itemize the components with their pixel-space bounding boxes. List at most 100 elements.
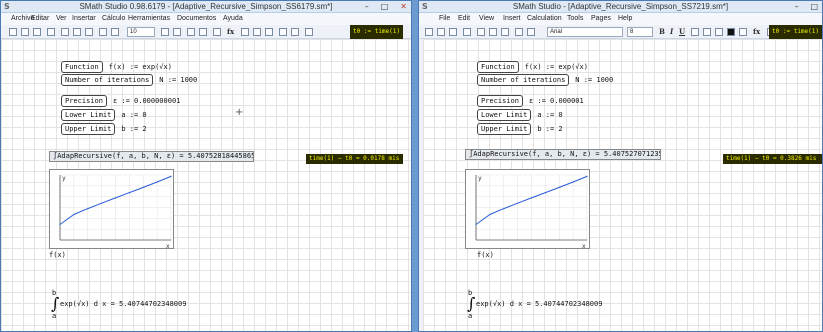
precision-label: Precision bbox=[61, 95, 107, 107]
stop-icon[interactable] bbox=[305, 28, 313, 36]
matrix-icon[interactable] bbox=[265, 28, 273, 36]
adap-recursive-result[interactable]: ∫AdapRecursive(f, a, b, N, ε) = 5.407527… bbox=[465, 149, 661, 160]
align-icon[interactable] bbox=[161, 28, 169, 36]
iterations-expr[interactable]: N := 1000 bbox=[575, 76, 613, 84]
t0-definition[interactable]: t0 := time(1) bbox=[769, 25, 822, 39]
menu-ver[interactable]: Ver bbox=[56, 15, 67, 22]
upper-limit-expr[interactable]: b := 2 bbox=[537, 125, 562, 133]
menu-insertar[interactable]: Insertar bbox=[72, 15, 96, 22]
table-icon[interactable] bbox=[213, 28, 221, 36]
menu-help[interactable]: Help bbox=[618, 15, 632, 22]
minimize-icon[interactable]: – bbox=[365, 2, 369, 11]
plot-region[interactable]: yx bbox=[49, 169, 174, 250]
copy-icon[interactable] bbox=[73, 28, 81, 36]
print-icon[interactable] bbox=[47, 28, 55, 36]
underline-icon[interactable]: U bbox=[679, 27, 685, 36]
save-icon[interactable] bbox=[33, 28, 41, 36]
align-left-icon[interactable] bbox=[691, 28, 699, 36]
cut-icon[interactable] bbox=[477, 28, 485, 36]
integral-expression[interactable]: b ∫ a exp(√x) d x = 5.40744702348009 bbox=[467, 289, 667, 321]
color-icon[interactable] bbox=[727, 28, 735, 36]
new-icon[interactable] bbox=[9, 28, 17, 36]
copy-icon[interactable] bbox=[489, 28, 497, 36]
left-titlebar[interactable]: S SMath Studio 0.98.6179 - [Adaptive_Rec… bbox=[1, 1, 411, 13]
lower-limit-row: Lower Limit a := 0 bbox=[477, 109, 563, 121]
menu-tools[interactable]: Tools bbox=[567, 15, 583, 22]
function-expr[interactable]: f(x) := exp(√x) bbox=[109, 63, 172, 71]
precision-expr[interactable]: ε := 0.000000001 bbox=[113, 97, 180, 105]
data-point bbox=[489, 213, 491, 216]
new-icon[interactable] bbox=[425, 28, 433, 36]
undo-icon[interactable] bbox=[515, 28, 523, 36]
minimize-icon[interactable]: – bbox=[794, 2, 798, 11]
integral-expression[interactable]: b ∫ a exp(√x) d x = 5.40744702348009 bbox=[51, 289, 251, 321]
iterations-expr[interactable]: N := 1000 bbox=[159, 76, 197, 84]
menu-documentos[interactable]: Documentos bbox=[177, 15, 216, 22]
font-name-select[interactable]: Arial bbox=[547, 27, 623, 37]
menu-editar[interactable]: Editar bbox=[31, 15, 49, 22]
right-worksheet[interactable]: Function f(x) := exp(√x) Number of itera… bbox=[423, 39, 822, 331]
open-icon[interactable] bbox=[437, 28, 445, 36]
upper-limit-row: Upper Limit b := 2 bbox=[61, 123, 147, 135]
upper-limit-expr[interactable]: b := 2 bbox=[121, 125, 146, 133]
function-expr[interactable]: f(x) := exp(√x) bbox=[525, 63, 588, 71]
redo-icon[interactable] bbox=[111, 28, 119, 36]
integral-body: exp(√x) d x = 5.40744702348009 bbox=[60, 300, 187, 308]
close-icon[interactable]: ✕ bbox=[400, 2, 407, 11]
paste-icon[interactable] bbox=[85, 28, 93, 36]
menu-calculo[interactable]: Cálculo bbox=[102, 15, 125, 22]
italic-icon[interactable]: I bbox=[670, 27, 673, 36]
align-right-icon[interactable] bbox=[715, 28, 723, 36]
cut-icon[interactable] bbox=[61, 28, 69, 36]
menu-view[interactable]: View bbox=[479, 15, 494, 22]
highlight-icon[interactable] bbox=[739, 28, 747, 36]
data-point bbox=[73, 213, 75, 216]
function-icon[interactable]: fx bbox=[227, 27, 234, 36]
undo-icon[interactable] bbox=[99, 28, 107, 36]
right-titlebar[interactable]: S SMath Studio - [Adaptive_Recursive_Sim… bbox=[419, 1, 822, 13]
menu-insert[interactable]: Insert bbox=[503, 15, 521, 22]
border-icon[interactable] bbox=[187, 28, 195, 36]
color-icon[interactable] bbox=[173, 28, 181, 36]
plot-region[interactable]: yx bbox=[465, 169, 590, 250]
menu-edit[interactable]: Edit bbox=[458, 15, 470, 22]
data-point bbox=[170, 175, 172, 177]
filter-icon[interactable] bbox=[241, 28, 249, 36]
maximize-icon[interactable]: □ bbox=[381, 2, 389, 11]
lower-limit-expr[interactable]: a := 0 bbox=[121, 111, 146, 119]
align-center-icon[interactable] bbox=[703, 28, 711, 36]
crosshair-cursor-icon: + bbox=[235, 107, 244, 118]
print-icon[interactable] bbox=[463, 28, 471, 36]
menu-file[interactable]: File bbox=[439, 15, 450, 22]
chart-icon[interactable] bbox=[253, 28, 261, 36]
menu-calculation[interactable]: Calculation bbox=[527, 15, 562, 22]
y-axis-label: y bbox=[478, 175, 482, 182]
bold-icon[interactable]: B bbox=[659, 27, 665, 36]
paste-icon[interactable] bbox=[501, 28, 509, 36]
text-icon[interactable] bbox=[199, 28, 207, 36]
function-icon[interactable]: fx bbox=[753, 27, 760, 36]
menu-ayuda[interactable]: Ayuda bbox=[223, 15, 243, 22]
adap-recursive-result[interactable]: ∫AdapRecursive(f, a, b, N, ε) = 5.407528… bbox=[49, 151, 254, 162]
lower-limit-expr[interactable]: a := 0 bbox=[537, 111, 562, 119]
menu-herramientas[interactable]: Herramientas bbox=[128, 15, 170, 22]
font-size-select[interactable]: 8 bbox=[627, 27, 653, 37]
menu-pages[interactable]: Pages bbox=[591, 15, 611, 22]
t0-definition[interactable]: t0 := time(1) bbox=[350, 25, 403, 39]
elapsed-time-result[interactable]: time(1) − t0 = 0.0178 mis bbox=[306, 154, 403, 164]
right-window-title: SMath Studio - [Adaptive_Recursive_Simps… bbox=[512, 2, 729, 11]
open-icon[interactable] bbox=[21, 28, 29, 36]
font-size-select[interactable]: 10 bbox=[127, 27, 155, 37]
function-row: Function f(x) := exp(√x) bbox=[477, 61, 588, 73]
save-icon[interactable] bbox=[449, 28, 457, 36]
left-worksheet[interactable]: Function f(x) := exp(√x) Number of itera… bbox=[1, 39, 411, 331]
elapsed-time-result[interactable]: time(1) − t0 = 0.3826 mis bbox=[723, 154, 822, 164]
calculate-icon[interactable] bbox=[279, 28, 287, 36]
settings-icon[interactable] bbox=[291, 28, 299, 36]
data-point bbox=[128, 192, 130, 194]
precision-expr[interactable]: ε := 0.000001 bbox=[529, 97, 584, 105]
function-row: Function f(x) := exp(√x) bbox=[61, 61, 172, 73]
redo-icon[interactable] bbox=[527, 28, 535, 36]
maximize-icon[interactable]: □ bbox=[810, 2, 818, 11]
data-point bbox=[586, 175, 588, 177]
